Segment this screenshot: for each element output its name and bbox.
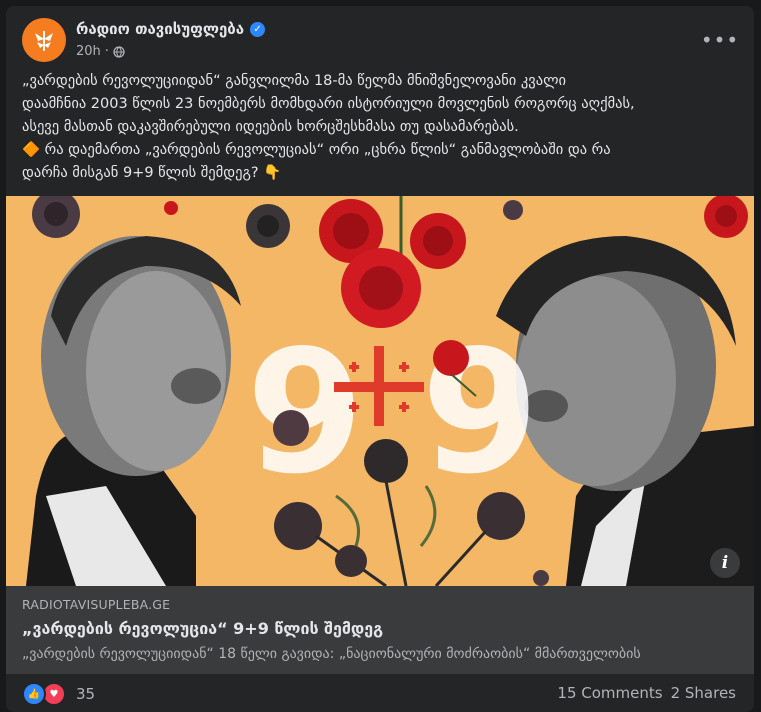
link-preview[interactable]: RADIOTAVISUPLEBA.GE „ვარდების რევოლუცია“…: [6, 586, 754, 674]
post-image[interactable]: 9 9 i: [6, 196, 754, 586]
rfe-logo-icon: [35, 31, 53, 51]
page-name[interactable]: რადიო თავისუფლება: [76, 20, 244, 38]
engagement-counts: 15 Comments 2 Shares: [557, 684, 736, 702]
page-avatar[interactable]: [22, 18, 66, 62]
poster-illustration: 9 9: [6, 196, 754, 586]
link-title[interactable]: „ვარდების რევოლუცია“ 9+9 წლის შემდეგ: [22, 619, 383, 638]
poster-number-right: 9: [421, 314, 539, 512]
post-time[interactable]: 20h: [76, 44, 101, 59]
link-description: „ვარდების რევოლუციიდან“ 18 წელი გავიდა: …: [22, 646, 641, 662]
post-text: „ვარდების რევოლუციიდან“ განვლილმა 18-მა …: [22, 70, 740, 185]
post-text-line: 🔶 რა დაემართა „ვარდების რევოლუციას“ ორი …: [22, 142, 611, 158]
reaction-count: 35: [76, 685, 96, 703]
shares-count[interactable]: 2 Shares: [671, 684, 736, 702]
post-meta: 20h ·: [76, 44, 125, 59]
post-card: რადიო თავისუფლება ✓ 20h · ••• „ვარდების …: [6, 6, 754, 712]
link-domain: RADIOTAVISUPLEBA.GE: [22, 597, 171, 612]
poster-number-left: 9: [246, 314, 364, 512]
info-icon[interactable]: i: [710, 548, 740, 578]
post-text-line: „ვარდების რევოლუციიდან“ განვლილმა 18-მა …: [22, 73, 567, 89]
post-text-line: დარჩა მისგან 9+9 წლის შემდეგ? 👇: [22, 165, 282, 181]
page-name-row: რადიო თავისუფლება ✓: [76, 20, 266, 38]
diamond-emoji-icon: 🔶: [22, 142, 41, 158]
post-text-line: ასევე მასთან დაკავშირებული იდეების ხორცშ…: [22, 119, 519, 135]
post-header: რადიო თავისუფლება ✓ 20h · •••: [22, 18, 738, 64]
post-text-line: დაამჩნია 2003 წლის 23 ნოემბერს მომხდარი …: [22, 96, 635, 112]
globe-icon: [113, 45, 125, 58]
pointing-down-emoji-icon: 👇: [263, 165, 282, 181]
post-footer: 👍 ♥ 35 15 Comments 2 Shares: [6, 674, 754, 712]
comments-count[interactable]: 15 Comments: [557, 684, 662, 702]
like-reaction-icon: 👍: [22, 682, 46, 706]
verified-badge-icon: ✓: [250, 21, 266, 37]
more-options-icon[interactable]: •••: [701, 22, 738, 58]
reactions-summary[interactable]: 👍 ♥ 35: [22, 682, 95, 706]
